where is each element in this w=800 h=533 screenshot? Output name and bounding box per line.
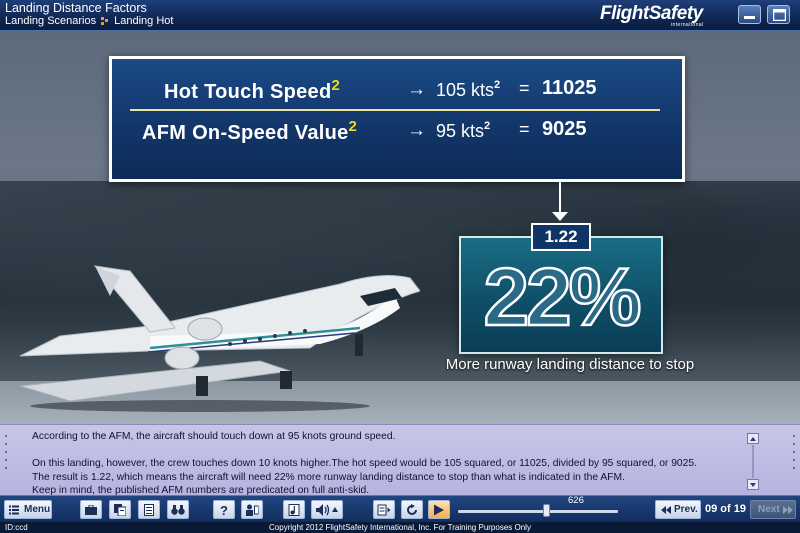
course-id: ID:ccd <box>5 523 28 532</box>
narration-text: According to the AFM, the aircraft shoul… <box>32 430 732 498</box>
volume-icon <box>316 503 338 516</box>
business-jet-image <box>19 265 420 412</box>
breadcrumb-separator-icon <box>101 17 109 25</box>
formula-panel: Hot Touch Speed2 → 105 kts2 = 11025 AFM … <box>109 56 685 182</box>
formula-result: 11025 <box>542 77 597 99</box>
result-caption: More runway landing distance to stop <box>445 356 695 373</box>
narration-scrollbar[interactable] <box>747 433 759 490</box>
narration-grip-left[interactable] <box>3 429 9 489</box>
right-arrow-icon: → <box>407 120 426 141</box>
equals-sign: = <box>519 78 530 98</box>
next-label: Next <box>758 504 780 515</box>
result-panel: 22% <box>459 236 663 354</box>
down-arrow-icon <box>552 212 568 221</box>
logo-subtitle: international <box>671 22 704 28</box>
narration-line: According to the AFM, the aircraft shoul… <box>32 431 396 442</box>
play-icon <box>434 504 444 515</box>
narration-grip-right[interactable] <box>791 429 797 489</box>
menu-icon <box>9 505 19 514</box>
fast-forward-icon <box>783 505 793 514</box>
close-button[interactable] <box>767 5 790 24</box>
close-icon <box>773 9 786 21</box>
audio-script-button[interactable] <box>283 500 305 519</box>
title-bar: Landing Distance Factors Landing Scenari… <box>0 0 800 31</box>
minimize-icon <box>744 16 755 19</box>
percent-result: 22% <box>482 251 643 344</box>
scroll-down-icon <box>750 483 756 487</box>
status-bar: Copyright 2012 FlightSafety Internationa… <box>0 522 800 533</box>
scroll-down-button[interactable] <box>747 479 759 490</box>
seek-handle[interactable] <box>543 504 550 517</box>
player-toolbar: Menu ? 626 Prev. 09 of 19 Next <box>0 495 800 522</box>
lesson-title: Landing Distance Factors <box>5 1 147 15</box>
prev-button[interactable]: Prev. <box>655 500 701 519</box>
help-button[interactable]: ? <box>213 500 235 519</box>
transcript-icon <box>377 504 391 515</box>
page-counter: 09 of 19 <box>705 503 746 515</box>
prev-label: Prev. <box>674 504 698 515</box>
seek-bar[interactable] <box>458 510 618 513</box>
formula-result: 9025 <box>542 118 587 140</box>
connector-line <box>559 182 561 216</box>
ratio-badge: 1.22 <box>531 223 591 251</box>
formula-row-hot-touch-speed: Hot Touch Speed2 → 105 kts2 = 11025 <box>112 77 682 107</box>
play-button[interactable] <box>428 500 450 519</box>
notes-button[interactable] <box>138 500 160 519</box>
replay-button[interactable] <box>401 500 423 519</box>
next-button[interactable]: Next <box>750 500 796 519</box>
briefcase-button[interactable] <box>80 500 102 519</box>
glossary-icon <box>114 503 126 516</box>
replay-icon <box>407 503 417 515</box>
narration-panel: According to the AFM, the aircraft shoul… <box>0 424 800 498</box>
formula-label: Hot Touch Speed2 <box>164 77 341 103</box>
volume-button[interactable] <box>311 500 343 519</box>
rewind-icon <box>661 505 671 514</box>
narration-line: The result is 1.22, which means the airc… <box>32 471 625 483</box>
narration-line: On this landing, however, the crew touch… <box>32 458 697 469</box>
copyright-text: Copyright 2012 FlightSafety Internationa… <box>269 523 531 532</box>
formula-divider <box>130 109 660 111</box>
scroll-up-button[interactable] <box>747 433 759 444</box>
equals-sign: = <box>519 119 530 139</box>
breadcrumb: Landing Scenarios Landing Hot <box>5 15 173 27</box>
user-info-icon <box>246 504 259 516</box>
transcript-button[interactable] <box>373 500 395 519</box>
menu-button[interactable]: Menu <box>4 500 52 519</box>
menu-label: Menu <box>24 504 51 515</box>
slide-stage: Hot Touch Speed2 → 105 kts2 = 11025 AFM … <box>0 31 800 424</box>
music-note-icon <box>288 503 300 516</box>
breadcrumb-item: Landing Hot <box>114 15 174 27</box>
narration-line <box>32 444 732 458</box>
breadcrumb-item[interactable]: Landing Scenarios <box>5 15 96 27</box>
info-button[interactable] <box>241 500 263 519</box>
formula-value: 95 kts2 <box>436 120 491 141</box>
svg-text:?: ? <box>220 504 228 516</box>
right-arrow-icon: → <box>407 79 426 100</box>
minimize-button[interactable] <box>738 5 761 24</box>
formula-row-afm-on-speed-value: AFM On-Speed Value2 → 95 kts2 = 9025 <box>112 118 682 148</box>
seek-position-label: 626 <box>568 495 584 506</box>
search-button[interactable] <box>167 500 189 519</box>
briefcase-icon <box>85 504 97 515</box>
formula-label: AFM On-Speed Value2 <box>142 118 358 144</box>
glossary-button[interactable] <box>109 500 131 519</box>
help-icon: ? <box>220 504 228 516</box>
binoculars-icon <box>171 504 185 515</box>
scroll-up-icon <box>750 437 756 441</box>
formula-value: 105 kts2 <box>436 79 501 100</box>
scroll-track[interactable] <box>752 445 754 478</box>
document-icon <box>144 503 154 516</box>
